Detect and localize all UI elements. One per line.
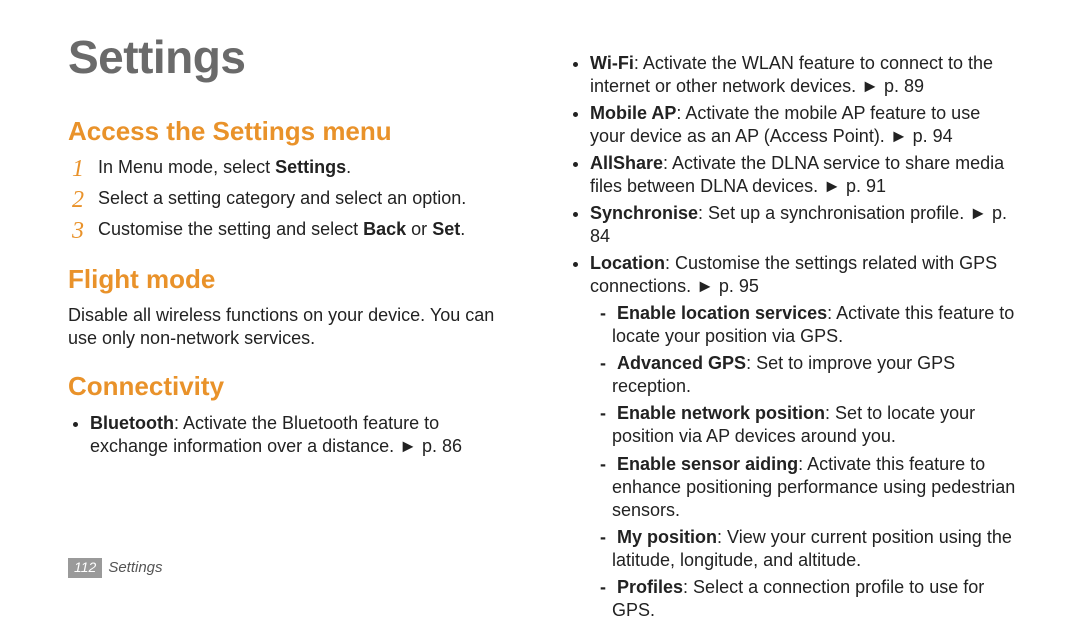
conn-label: Bluetooth xyxy=(90,413,174,433)
conn-desc: : Activate the WLAN feature to connect t… xyxy=(590,53,993,96)
conn-label: Location xyxy=(590,253,665,273)
sub-label: Advanced GPS xyxy=(617,353,746,373)
loc-sub-my-position: My position: View your current position … xyxy=(600,526,1020,572)
step-1-post: . xyxy=(346,157,351,177)
step-number: 1 xyxy=(72,156,98,181)
sub-label: Enable network position xyxy=(617,403,825,423)
loc-sub-advanced-gps: Advanced GPS: Set to improve your GPS re… xyxy=(600,352,1020,398)
step-3-bold2: Set xyxy=(432,219,460,239)
conn-item-mobile-ap: Mobile AP: Activate the mobile AP featur… xyxy=(590,102,1020,148)
step-3-post: . xyxy=(460,219,465,239)
conn-item-location: Location: Customise the settings related… xyxy=(590,252,1020,298)
step-3-pre: Customise the setting and select xyxy=(98,219,363,239)
page-footer: 112 Settings xyxy=(68,558,163,578)
loc-sub-profiles: Profiles: Select a connection profile to… xyxy=(600,576,1020,622)
connectivity-list-right: Wi-Fi: Activate the WLAN feature to conn… xyxy=(590,52,1020,298)
page-number: 112 xyxy=(68,558,102,578)
two-column-layout: Settings Access the Settings menu 1 In M… xyxy=(68,28,1020,626)
step-number: 2 xyxy=(72,187,98,212)
loc-sub-enable-location: Enable location services: Activate this … xyxy=(600,302,1020,348)
conn-item-bluetooth: Bluetooth: Activate the Bluetooth featur… xyxy=(90,412,520,458)
steps-list: 1 In Menu mode, select Settings. 2 Selec… xyxy=(72,156,520,243)
step-1: 1 In Menu mode, select Settings. xyxy=(72,156,520,181)
loc-sub-network-position: Enable network position: Set to locate y… xyxy=(600,402,1020,448)
conn-label: Synchronise xyxy=(590,203,698,223)
step-1-pre: In Menu mode, select xyxy=(98,157,275,177)
heading-connectivity: Connectivity xyxy=(68,370,520,403)
footer-section-name: Settings xyxy=(108,559,162,576)
page-title: Settings xyxy=(68,28,520,87)
conn-label: Mobile AP xyxy=(590,103,676,123)
conn-label: Wi-Fi xyxy=(590,53,634,73)
loc-sub-sensor-aiding: Enable sensor aiding: Activate this feat… xyxy=(600,453,1020,522)
location-sublist: Enable location services: Activate this … xyxy=(600,302,1020,621)
connectivity-list-left: Bluetooth: Activate the Bluetooth featur… xyxy=(90,412,520,458)
sub-label: Enable location services xyxy=(617,303,827,323)
step-3-bold1: Back xyxy=(363,219,406,239)
step-3: 3 Customise the setting and select Back … xyxy=(72,218,520,243)
conn-item-allshare: AllShare: Activate the DLNA service to s… xyxy=(590,152,1020,198)
conn-item-synchronise: Synchronise: Set up a synchronisation pr… xyxy=(590,202,1020,248)
step-number: 3 xyxy=(72,218,98,243)
conn-label: AllShare xyxy=(590,153,663,173)
step-2: 2 Select a setting category and select a… xyxy=(72,187,520,212)
step-3-mid: or xyxy=(406,219,432,239)
heading-access-settings: Access the Settings menu xyxy=(68,115,520,148)
heading-flight-mode: Flight mode xyxy=(68,263,520,296)
right-column: Wi-Fi: Activate the WLAN feature to conn… xyxy=(568,28,1020,626)
sub-label: My position xyxy=(617,527,717,547)
step-text: Customise the setting and select Back or… xyxy=(98,218,520,241)
flight-mode-body: Disable all wireless functions on your d… xyxy=(68,304,520,350)
sub-label: Enable sensor aiding xyxy=(617,454,798,474)
conn-item-wifi: Wi-Fi: Activate the WLAN feature to conn… xyxy=(590,52,1020,98)
sub-label: Profiles xyxy=(617,577,683,597)
step-text: Select a setting category and select an … xyxy=(98,187,520,210)
left-column: Settings Access the Settings menu 1 In M… xyxy=(68,28,520,626)
step-1-bold: Settings xyxy=(275,157,346,177)
step-text: In Menu mode, select Settings. xyxy=(98,156,520,179)
